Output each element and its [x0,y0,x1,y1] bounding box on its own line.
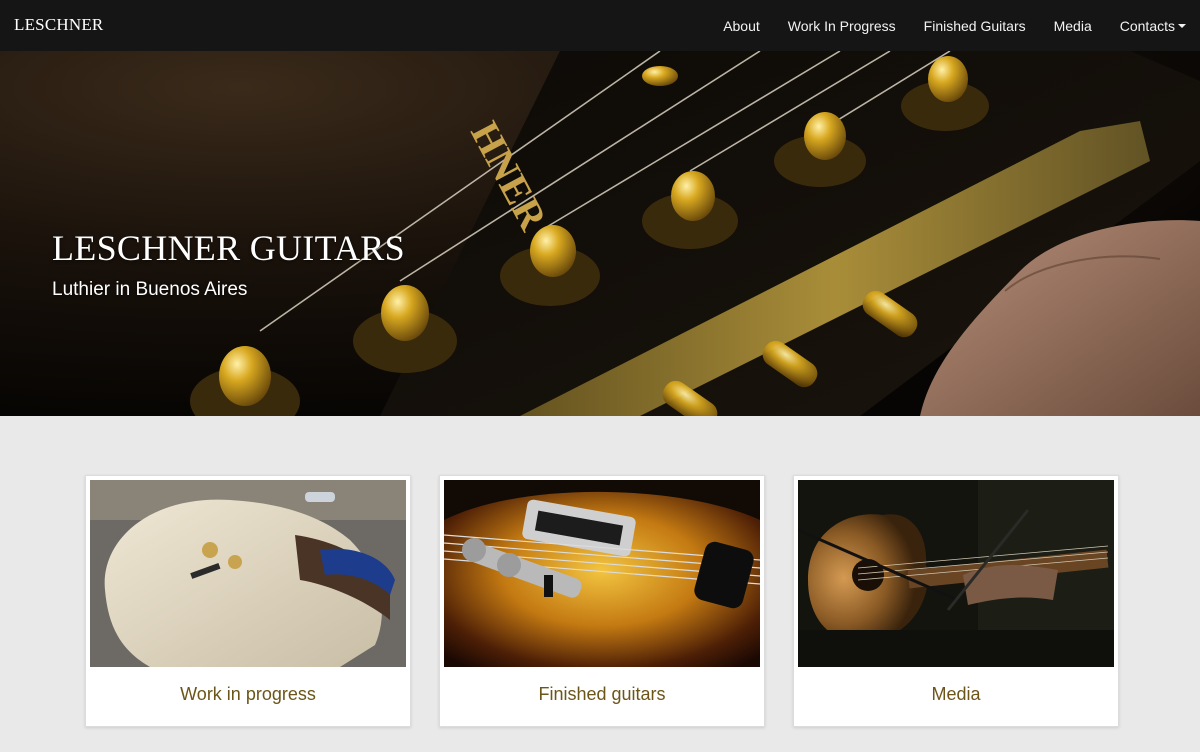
hero-banner: HNER LESCHNER GUITARS Luthier in Buenos … [0,51,1200,416]
nav-media[interactable]: Media [1054,18,1092,34]
card-finished-guitars-image [444,480,760,667]
nav-finished-guitars[interactable]: Finished Guitars [924,18,1026,34]
brand-logo[interactable]: LESCHNER [14,15,103,35]
main-nav: About Work In Progress Finished Guitars … [695,0,1186,51]
nav-contacts-label: Contacts [1119,17,1175,34]
card-work-in-progress-image [90,480,406,667]
navbar: LESCHNER About Work In Progress Finished… [0,0,1200,52]
card-finished-guitars[interactable]: Finished guitars [439,475,765,727]
card-media-label: Media [931,684,981,704]
card-media-image [798,480,1114,667]
hero-subtitle: Luthier in Buenos Aires [52,279,248,300]
card-finished-guitars-label: Finished guitars [538,684,666,704]
nav-about[interactable]: About [723,18,760,34]
card-media[interactable]: Media [793,475,1119,727]
card-work-in-progress-label: Work in progress [180,684,316,704]
card-work-in-progress[interactable]: Work in progress [85,475,411,727]
nav-contacts-dropdown[interactable]: Contacts [1120,18,1186,34]
caret-down-icon [1178,24,1186,28]
nav-work-in-progress[interactable]: Work In Progress [788,18,896,34]
hero-title: LESCHNER GUITARS [52,228,405,268]
section-cards: Work in progress Finished guitars Media [85,475,1119,727]
